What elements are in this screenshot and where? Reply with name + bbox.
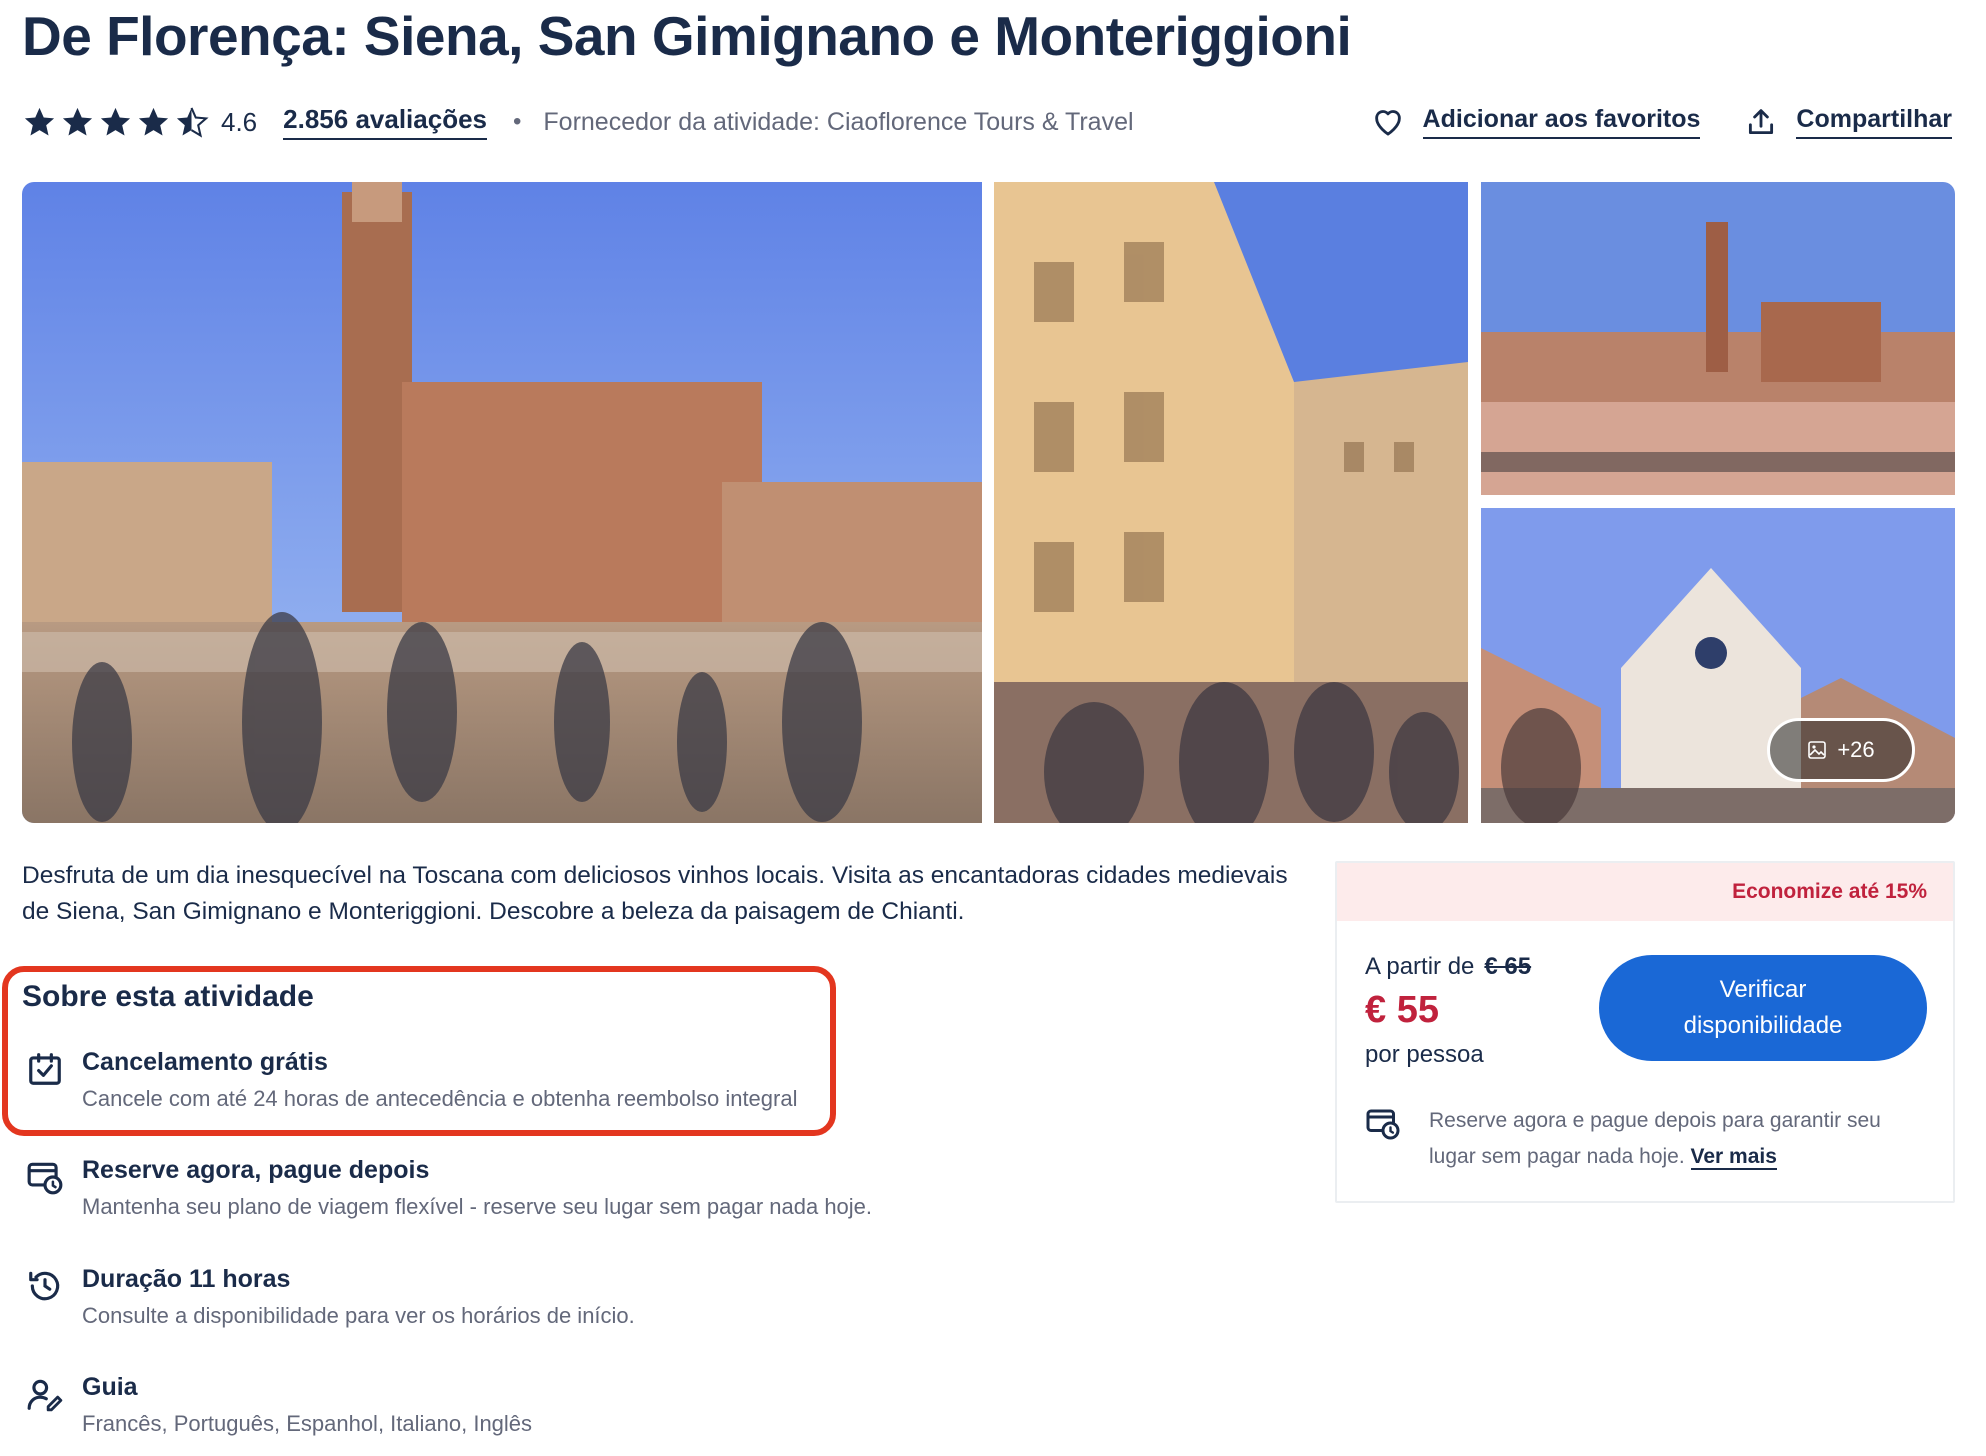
price-from: A partir de € 65 [1365, 953, 1531, 981]
piazza-del-campo-image [22, 182, 982, 823]
feature-title: Guia [82, 1373, 138, 1401]
gallery-photo-main[interactable] [22, 182, 982, 823]
star-rating [22, 105, 209, 140]
reviews-link[interactable]: 2.856 avaliações [283, 104, 487, 140]
reserve-note-text: Reserve agora e pague depois para garant… [1429, 1103, 1929, 1175]
feature-title: Cancelamento grátis [82, 1048, 328, 1076]
share-button[interactable]: Compartilhar [1744, 105, 1952, 139]
savings-banner: Economize até 15% [1337, 863, 1953, 921]
activity-description: Desfruta de um dia inesquecível na Tosca… [22, 862, 1288, 925]
provider-text: Fornecedor da atividade: Ciaoflorence To… [543, 107, 1134, 136]
rating-row: 4.6 2.856 avaliações • Fornecedor da ati… [22, 100, 1134, 144]
current-price: € 55 [1365, 989, 1439, 1031]
feature-subtitle: Francês, Português, Espanhol, Italiano, … [82, 1411, 533, 1436]
guide-person-icon [26, 1375, 64, 1413]
feature-subtitle: Consulte a disponibilidade para ver os h… [82, 1303, 635, 1328]
booking-panel: Economize até 15% A partir de € 65 € 55 p… [1335, 861, 1955, 1203]
feature-subtitle: Mantenha seu plano de viagem flexível - … [82, 1194, 873, 1219]
image-icon [1808, 741, 1827, 759]
history-clock-icon [26, 1267, 64, 1305]
star-icon [24, 107, 55, 135]
about-section-title: Sobre esta atividade [22, 980, 314, 1013]
star-icon [138, 107, 169, 135]
gallery-photo-campo[interactable] [1481, 182, 1955, 495]
more-photos-button[interactable]: +26 [1767, 718, 1915, 782]
share-upload-icon [1749, 109, 1774, 135]
card-clock-icon [1365, 1105, 1401, 1141]
check-availability-line2: disponibilidade [1683, 1012, 1843, 1039]
price-from-label: A partir de [1365, 953, 1475, 980]
feature-title: Reserve agora, pague depois [82, 1156, 430, 1184]
header-actions: Adicionar aos favoritos Compartilhar [1371, 100, 1952, 144]
check-availability-button[interactable]: Verificar disponibilidade [1599, 955, 1927, 1061]
separator-dot: • [513, 108, 522, 135]
original-price: € 65 [1484, 953, 1532, 980]
check-availability-line1: Verificar [1719, 976, 1807, 1003]
add-to-favorites-button[interactable]: Adicionar aos favoritos [1371, 105, 1701, 139]
rating-value: 4.6 [221, 106, 258, 137]
add-to-favorites-label: Adicionar aos favoritos [1422, 105, 1701, 139]
star-icon [100, 107, 131, 135]
see-more-link[interactable]: Ver mais [1690, 1145, 1777, 1170]
star-icon [62, 107, 93, 135]
feature-subtitle: Cancele com até 24 horas de antecedência… [82, 1086, 798, 1111]
heart-icon [1374, 110, 1401, 136]
feature-title: Duração 11 horas [82, 1265, 291, 1293]
per-person-label: por pessoa [1365, 1041, 1484, 1068]
half-star-icon [176, 107, 209, 138]
calendar-check-icon [26, 1050, 64, 1088]
reserve-note-body: Reserve agora e pague depois para garant… [1429, 1109, 1881, 1168]
more-photos-count: +26 [1837, 737, 1875, 762]
share-label: Compartilhar [1796, 105, 1952, 139]
palazzo-salimbeni-image [994, 182, 1468, 823]
activity-page: De Florença: Siena, San Gimignano e Mont… [0, 0, 1986, 1456]
card-clock-icon [26, 1158, 64, 1196]
siena-square-image [1481, 182, 1955, 495]
gallery-photo-palazzo[interactable] [994, 182, 1468, 823]
page-title: De Florença: Siena, San Gimignano e Mont… [22, 5, 1352, 67]
